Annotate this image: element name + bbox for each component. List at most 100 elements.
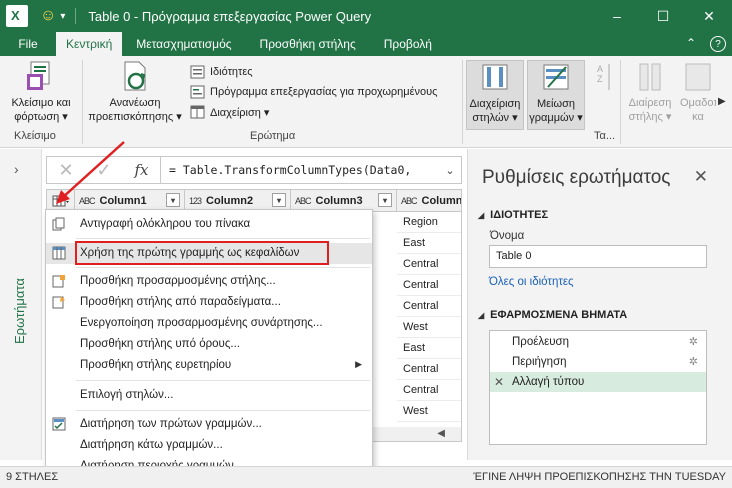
formula-input[interactable]: = Table.TransformColumnTypes(Data0, [169,163,439,177]
split-column-button[interactable]: Διαίρεση στήλης ▾ [622,60,678,124]
filter-dropdown-icon[interactable]: ▾ [272,193,286,207]
column-count-status: 9 ΣΤΗΛΕΣ [6,471,59,483]
refresh-preview-button[interactable]: Ανανέωση προεπισκόπησης ▾ [84,60,186,124]
sort-ascending-icon: AZ [593,60,615,94]
ribbon-scroll-right-icon[interactable]: ▶ [718,96,726,107]
table-cell[interactable]: Central [397,380,461,401]
ribbon-separator [462,60,463,144]
menu-item-copy-table[interactable]: Αντιγραφή ολόκληρου του πίνακα [46,214,372,235]
table-context-menu: Αντιγραφή ολόκληρου του πίνακα Χρήση της… [45,209,373,483]
expand-formula-icon[interactable]: ⌄ [439,164,461,177]
number-type-icon[interactable]: 123 [189,196,202,206]
reduce-rows-icon [540,61,572,95]
menu-separator [76,267,370,268]
status-bar: 9 ΣΤΗΛΕΣ ΈΓΙΝΕ ΛΗΨΗ ΠΡΟΕΠΙΣΚΟΠΗΣΗΣ ΤΗΝ T… [0,466,732,488]
expand-queries-icon[interactable]: › [14,161,19,177]
menu-item-conditional-column[interactable]: Προσθήκη στήλης υπό όρους... [46,334,372,355]
tab-view[interactable]: Προβολή [370,32,446,56]
ribbon-tabs: File Κεντρική Μετασχηματισμός Προσθήκη σ… [0,32,732,56]
menu-item-invoke-custom-function[interactable]: Ενεργοποίηση προσαρμοσμένης συνάρτησης..… [46,313,372,334]
title-separator [75,8,77,24]
advanced-editor-button[interactable]: Πρόγραμμα επεξεργασίας για προχωρημένους [190,82,437,102]
filter-dropdown-icon[interactable]: ▾ [166,193,180,207]
table-cell[interactable]: Central [397,359,461,380]
menu-separator [76,410,370,411]
svg-text:A: A [597,64,603,74]
group-by-button[interactable]: Ομαδοπ κα [680,60,716,124]
menu-item-add-custom-column[interactable]: Προσθήκη προσαρμοσμένης στήλης... [46,271,372,292]
choose-columns-button[interactable]: Διαχείριση στηλών ▾ [466,60,524,130]
close-load-button[interactable]: Κλείσιμο και φόρτωση ▾ [6,60,76,124]
menu-item-choose-columns[interactable]: Επιλογή στηλών... [46,385,372,406]
table-cell[interactable]: Central [397,254,461,275]
reduce-rows-line1: Μείωση [536,98,575,110]
menu-item-label: Προσθήκη στήλης υπό όρους... [80,338,240,350]
gear-icon[interactable]: ✲ [689,332,698,352]
column-header-4[interactable]: ABC Column4 [397,190,461,211]
menu-item-label: Προσθήκη προσαρμοσμένης στήλης... [80,275,276,287]
menu-item-index-column[interactable]: Προσθήκη στήλης ευρετηρίου ▶ [46,355,372,376]
column-from-examples-icon [52,295,66,309]
applied-step-source[interactable]: Προέλευση ✲ [490,332,706,352]
ribbon-separator [82,60,83,144]
close-button[interactable]: ✕ [686,0,732,32]
copy-icon [52,217,66,231]
scroll-left-icon[interactable]: ◀ [437,428,445,439]
table-cell[interactable]: Central [397,275,461,296]
table-cell[interactable]: East [397,233,461,254]
menu-item-label: Προσθήκη στήλης από παραδείγματα... [80,296,281,308]
text-type-icon[interactable]: ABC [401,196,417,206]
column-header-2[interactable]: 123 Column2 ▾ [185,190,291,211]
section-label: ΙΔΙΟΤΗΤΕΣ [490,209,549,221]
applied-step-navigation[interactable]: Περιήγηση ✲ [490,352,706,372]
maximize-button[interactable]: ☐ [640,0,686,32]
collapse-ribbon-icon[interactable]: ⌃ [686,36,696,52]
ribbon: Κλείσιμο και φόρτωση ▾ Κλείσιμο Ανανέωση… [0,56,732,148]
applied-steps-list: Προέλευση ✲ Περιήγηση ✲ ✕ Αλλαγή τύπου [489,330,707,445]
menu-separator [76,238,370,239]
properties-section-header[interactable]: ◢ ΙΔΙΟΤΗΤΕΣ [478,209,548,221]
table-cell[interactable]: East [397,338,461,359]
table-cell[interactable]: Central [397,296,461,317]
reduce-rows-line2: γραμμών ▾ [529,112,583,124]
group-by-line1: Ομαδοπ [680,97,716,109]
column-name: Column2 [206,194,254,207]
manage-icon [190,105,206,119]
menu-item-keep-top-rows[interactable]: Διατήρηση των πρώτων γραμμών... [46,414,372,435]
close-pane-icon[interactable]: ✕ [694,167,708,187]
smiley-feedback-icon[interactable]: ☺ [40,7,56,25]
manage-label: Διαχείριση ▾ [210,106,270,119]
table-cell[interactable]: Region [397,212,461,233]
tab-transform[interactable]: Μετασχηματισμός [122,32,245,56]
manage-button[interactable]: Διαχείριση ▾ [190,102,269,122]
text-type-icon[interactable]: ABC [295,196,311,206]
tab-home[interactable]: Κεντρική [56,32,123,56]
keep-rows-icon [52,417,66,431]
applied-step-changed-type[interactable]: ✕ Αλλαγή τύπου [490,372,706,392]
gear-icon[interactable]: ✲ [689,352,698,372]
step-label: Περιήγηση [512,356,567,368]
table-cell[interactable]: West [397,401,461,422]
group-by-icon [682,60,714,94]
menu-item-keep-bottom-rows[interactable]: Διατήρηση κάτω γραμμών... [46,435,372,456]
sort-buttons[interactable]: AZ [590,60,618,96]
reduce-rows-button[interactable]: Μείωση γραμμών ▾ [527,60,585,130]
menu-item-column-from-examples[interactable]: Προσθήκη στήλης από παραδείγματα... [46,292,372,313]
all-properties-link[interactable]: Όλες οι ιδιότητες [489,276,574,288]
menu-item-label: Αντιγραφή ολόκληρου του πίνακα [80,218,251,230]
tab-add-column[interactable]: Προσθήκη στήλης [246,32,370,56]
minimize-button[interactable]: – [594,0,640,32]
tab-file[interactable]: File [0,32,56,56]
table-cell[interactable]: West [397,317,461,338]
applied-steps-section-header[interactable]: ◢ ΕΦΑΡΜΟΣΜΕΝΑ ΒΗΜΑΤΑ [478,309,627,321]
properties-button[interactable]: Ιδιότητες [190,62,253,82]
help-icon[interactable]: ? [710,36,726,52]
query-name-input[interactable]: Table 0 [489,245,707,268]
split-column-line2: στήλης ▾ [628,111,672,123]
column-header-3[interactable]: ABC Column3 ▾ [291,190,397,211]
quick-access-dropdown-icon[interactable]: ▾ [60,11,65,22]
delete-step-icon[interactable]: ✕ [494,372,504,392]
queries-pane-label[interactable]: Ερωτήματα [12,278,27,344]
annotation-arrow [56,141,125,204]
filter-dropdown-icon[interactable]: ▾ [378,193,392,207]
